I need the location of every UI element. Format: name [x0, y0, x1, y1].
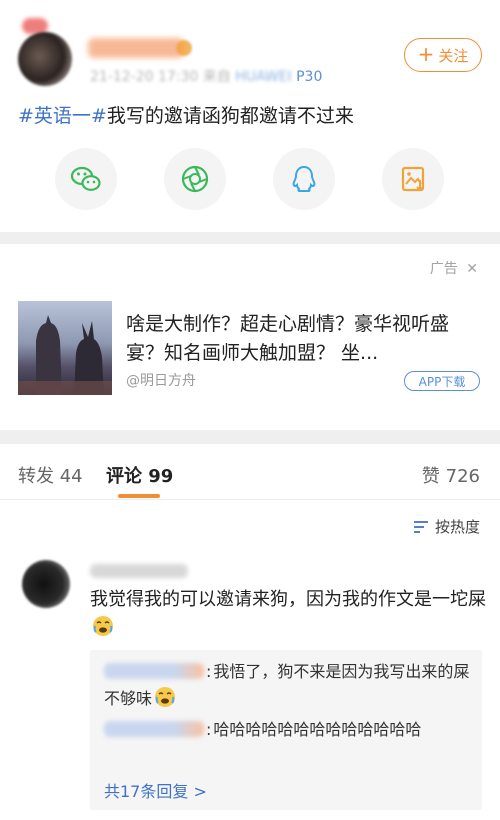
hashtag-link[interactable]: #英语一#: [18, 105, 107, 127]
more-replies-link[interactable]: 共17条回复 >: [104, 778, 207, 802]
ad-source[interactable]: @明日方舟: [126, 370, 196, 390]
post-source-prefix: 来自: [202, 69, 231, 85]
section-divider: [0, 232, 500, 244]
post-device: P30: [296, 69, 323, 85]
post-meta: 21-12-20 17:30 来自 HUAWEI P30: [90, 66, 322, 86]
comment-item: 我觉得我的可以邀请来狗，因为我的作文是一坨屎 : 我悟了，狗不来是因为我写出来的屎…: [0, 546, 500, 820]
sort-row: 按热度: [0, 502, 500, 546]
ad-card[interactable]: 广告 ✕ 啥是大制作？超走心剧情？豪华视听盛宴？知名画师大触加盟？ 坐... @…: [0, 244, 500, 430]
wechat-icon: [70, 166, 101, 191]
crying-laugh-emoji-icon: [93, 616, 113, 636]
moments-icon: [181, 165, 209, 193]
comment-text[interactable]: 我觉得我的可以邀请来狗，因为我的作文是一坨屎: [90, 586, 486, 642]
replies-box[interactable]: : 我悟了，狗不来是因为我写出来的屎不够味 : 哈哈哈哈哈哈哈哈哈哈哈哈哈 共17条…: [90, 650, 482, 810]
share-row: [0, 148, 500, 212]
save-image-icon: [401, 166, 425, 192]
sort-icon: [413, 520, 428, 533]
reply-item[interactable]: : 我悟了，狗不来是因为我写出来的屎不够味: [104, 658, 470, 712]
interaction-tabs: 转发 44 评论 99 赞 726: [0, 444, 500, 500]
weibo-post: 21-12-20 17:30 来自 HUAWEI P30 + 关注 #英语一#我…: [0, 0, 500, 232]
follow-label: 关注: [438, 46, 469, 65]
user-level-badge: [176, 40, 192, 56]
app-download-button[interactable]: APP下载: [404, 371, 480, 391]
sort-by-hot-button[interactable]: 按热度: [413, 516, 480, 537]
post-device-blurred: HUAWEI: [235, 69, 292, 85]
close-icon[interactable]: ✕: [466, 261, 478, 277]
tab-likes[interactable]: 赞 726: [422, 462, 480, 488]
ad-image[interactable]: [18, 301, 112, 395]
ad-title[interactable]: 啥是大制作？超走心剧情？豪华视听盛宴？知名画师大触加盟？ 坐...: [126, 310, 470, 368]
crying-laugh-emoji-icon: [155, 687, 176, 707]
reply-separator: :: [206, 720, 212, 739]
ad-label[interactable]: 广告 ✕: [430, 258, 478, 278]
section-divider: [0, 430, 500, 444]
post-text: #英语一#我写的邀请函狗都邀请不过来: [18, 101, 354, 128]
follow-button[interactable]: + 关注: [404, 38, 482, 72]
qq-icon: [292, 165, 316, 192]
plus-icon: +: [417, 42, 435, 66]
share-save-image-button[interactable]: [382, 148, 444, 210]
username-blurred[interactable]: [88, 38, 184, 58]
commenter-name-blurred[interactable]: [90, 564, 188, 578]
share-wechat-button[interactable]: [55, 148, 117, 210]
tab-comments[interactable]: 评论 99: [106, 462, 173, 488]
reply-author-blurred[interactable]: [104, 721, 204, 737]
reply-separator: :: [206, 662, 212, 681]
share-moments-button[interactable]: [164, 148, 226, 210]
post-date: 21-12-20 17:30: [90, 69, 199, 85]
tab-repost[interactable]: 转发 44: [18, 462, 83, 488]
active-tab-indicator: [118, 494, 160, 498]
share-qq-button[interactable]: [273, 148, 335, 210]
reply-author-blurred[interactable]: [104, 663, 204, 679]
commenter-avatar[interactable]: [22, 560, 70, 608]
avatar[interactable]: [18, 32, 72, 86]
reply-item[interactable]: : 哈哈哈哈哈哈哈哈哈哈哈哈哈: [104, 716, 470, 743]
post-body: 我写的邀请函狗都邀请不过来: [106, 105, 354, 127]
